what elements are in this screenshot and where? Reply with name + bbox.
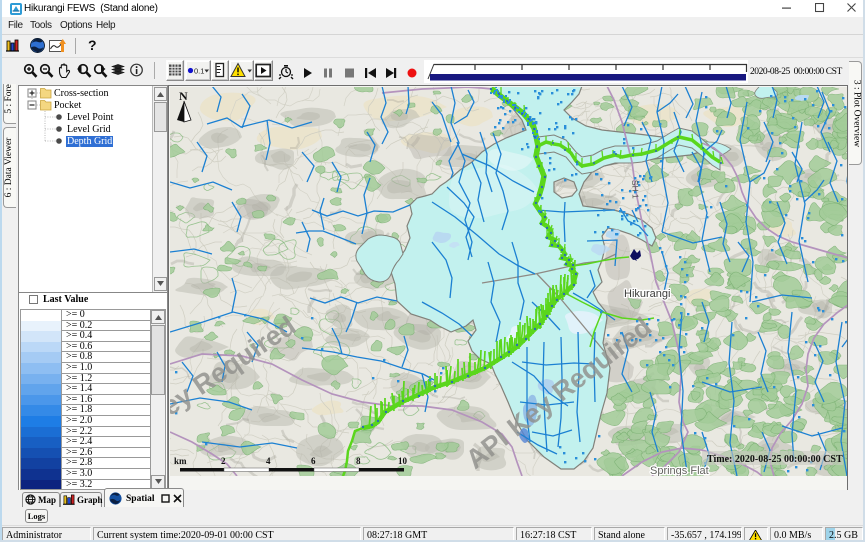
svg-text:Springs Flat: Springs Flat: [650, 465, 709, 476]
svg-text:2: 2: [221, 456, 226, 466]
svg-text:SH 1: SH 1: [630, 180, 641, 200]
svg-text:km: km: [174, 456, 187, 466]
svg-text:Time: 2020-08-25 00:00:00 CST: Time: 2020-08-25 00:00:00 CST: [707, 454, 843, 465]
svg-text:4: 4: [266, 456, 271, 466]
svg-text:N: N: [179, 89, 188, 103]
svg-text:8: 8: [356, 456, 361, 466]
svg-text:10: 10: [398, 456, 408, 466]
svg-text:6: 6: [311, 456, 316, 466]
svg-text:0.1: 0.1: [194, 67, 204, 76]
svg-text:Hikurangi: Hikurangi: [624, 288, 670, 300]
